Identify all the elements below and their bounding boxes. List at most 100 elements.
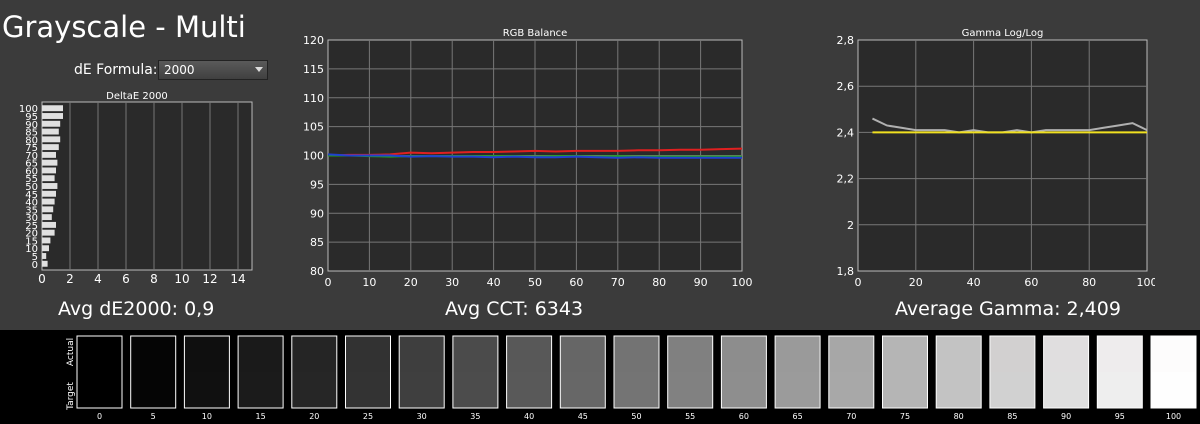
deltae-x-tick: 14 (230, 272, 245, 286)
gamma-y-tick: 2,8 (837, 34, 855, 47)
gamma-x-tick: 20 (909, 276, 923, 289)
deltae-bar (42, 229, 55, 236)
swatch-level-label: 65 (793, 412, 803, 421)
swatch-target (345, 372, 391, 408)
rgb-y-tick: 120 (303, 34, 324, 47)
deltae-x-tick: 12 (202, 272, 217, 286)
swatch-target (291, 372, 337, 408)
swatch-level-label: 20 (309, 412, 319, 421)
swatch-level-label: 10 (202, 412, 212, 421)
gamma-y-tick: 2,6 (837, 80, 855, 93)
rgb-x-tick: 0 (325, 276, 332, 289)
swatch-target (667, 372, 713, 408)
deltae-bar (42, 253, 47, 259)
formula-select[interactable]: 2000 (158, 60, 268, 80)
swatch-target-label: Target (66, 382, 76, 411)
deltae-bar (42, 221, 56, 228)
gamma-x-tick: 40 (967, 276, 981, 289)
swatch-level-label: 45 (578, 412, 588, 421)
gamma-y-tick: 2,4 (837, 126, 855, 139)
swatch-target (1097, 372, 1143, 408)
deltae-chart: DeltaE 20000 2 4 6 8 10 12 14051015202530354045… (19, 91, 253, 286)
deltae-bar (42, 167, 56, 174)
deltae-bar (42, 183, 58, 189)
avg-gamma-readout: Average Gamma: 2,409 (895, 298, 1121, 320)
deltae-bar (42, 175, 55, 182)
swatch-strip: Actual Target 0 5 10 15 20 25 30 35 40 45 50 55 60 65 70… (0, 330, 1200, 424)
swatch-actual (560, 336, 606, 372)
deltae-bar (42, 113, 63, 119)
swatch-target (130, 372, 176, 408)
swatch-target (828, 372, 874, 408)
swatch-target (1043, 372, 1089, 408)
gamma-title: Gamma Log/Log (962, 28, 1044, 39)
swatch-actual (345, 336, 391, 372)
swatch-level-label: 75 (900, 412, 910, 421)
formula-label: dE Formula: (74, 62, 158, 78)
deltae-x-tick: 0 (38, 272, 46, 286)
deltae-x-tick: 8 (150, 272, 158, 286)
avg-de-readout: Avg dE2000: 0,9 (58, 298, 215, 320)
rgb-x-tick: 10 (362, 276, 376, 289)
swatch-level-label: 35 (470, 412, 480, 421)
swatch-actual (77, 336, 122, 372)
swatch-level-label: 70 (846, 412, 856, 421)
gamma-chart: Gamma Log/Log 1,8 2 2,2 2,4 2,6 2,8 0 20 40 60 80 10… (837, 28, 1156, 289)
swatch-level-label: 30 (417, 412, 427, 421)
deltae-bar (42, 214, 52, 221)
swatch-actual-label: Actual (66, 338, 76, 366)
swatch-comparison: Actual Target 0 5 10 15 20 25 30 35 40 45 50 55 60 65 70… (66, 335, 1197, 421)
swatch-actual (667, 336, 713, 372)
swatch-level-label: 60 (739, 412, 749, 421)
swatch-level-label: 80 (954, 412, 964, 421)
rgb-y-tick: 115 (303, 63, 324, 76)
rgb-x-tick: 70 (611, 276, 625, 289)
swatch-actual (828, 336, 874, 372)
swatch-actual (1151, 336, 1196, 372)
deltae-bar (42, 151, 56, 158)
deltae-bar (42, 245, 49, 252)
swatch-target (399, 372, 445, 408)
gamma-plot-area (857, 39, 1148, 272)
rgb-x-tick: 40 (487, 276, 501, 289)
deltae-x-tick: 6 (122, 272, 130, 286)
swatch-actual (1043, 336, 1089, 372)
deltae-bar (42, 260, 48, 267)
swatch-level-label: 5 (151, 412, 156, 421)
swatch-target (77, 372, 122, 408)
deltae-bar (42, 159, 58, 166)
rgb-x-tick: 30 (445, 276, 459, 289)
deltae-bar (42, 206, 54, 213)
swatch-actual (130, 336, 176, 372)
deltae-x-tick: 10 (174, 272, 189, 286)
rgb-y-tick: 95 (310, 178, 324, 191)
swatch-level-label: 90 (1061, 412, 1071, 421)
swatch-actual (184, 336, 230, 372)
chevron-down-icon (255, 67, 263, 72)
swatch-level-label: 25 (363, 412, 373, 421)
swatch-level-label: 95 (1115, 412, 1125, 421)
swatch-target (989, 372, 1035, 408)
swatch-level-label: 100 (1166, 412, 1181, 421)
rgb-x-tick: 60 (569, 276, 583, 289)
rgb-title: RGB Balance (503, 28, 568, 39)
rgb-balance-chart: RGB Balance 80 85 90 95 100 105 110 115 120 0 10 20 3… (303, 28, 753, 289)
deltae-bar (42, 120, 61, 127)
swatch-actual (452, 336, 498, 372)
swatch-actual (291, 336, 337, 372)
swatch-actual (989, 336, 1035, 372)
swatch-actual (882, 336, 928, 372)
gamma-x-tick: 100 (1137, 276, 1156, 289)
rgb-y-tick: 105 (303, 121, 324, 134)
swatch-actual (721, 336, 767, 372)
deltae-bar (42, 198, 55, 205)
deltae-bar (42, 144, 59, 151)
charts-panel: Grayscale - Multi dE Formula: 2000 Delta… (0, 0, 1200, 330)
swatch-target (1151, 372, 1196, 408)
gamma-y-tick: 1,8 (837, 265, 855, 278)
rgb-y-tick: 85 (310, 236, 324, 249)
rgb-x-tick: 20 (404, 276, 418, 289)
deltae-plot-area (41, 101, 253, 271)
swatch-target (238, 372, 284, 408)
swatch-target (506, 372, 552, 408)
